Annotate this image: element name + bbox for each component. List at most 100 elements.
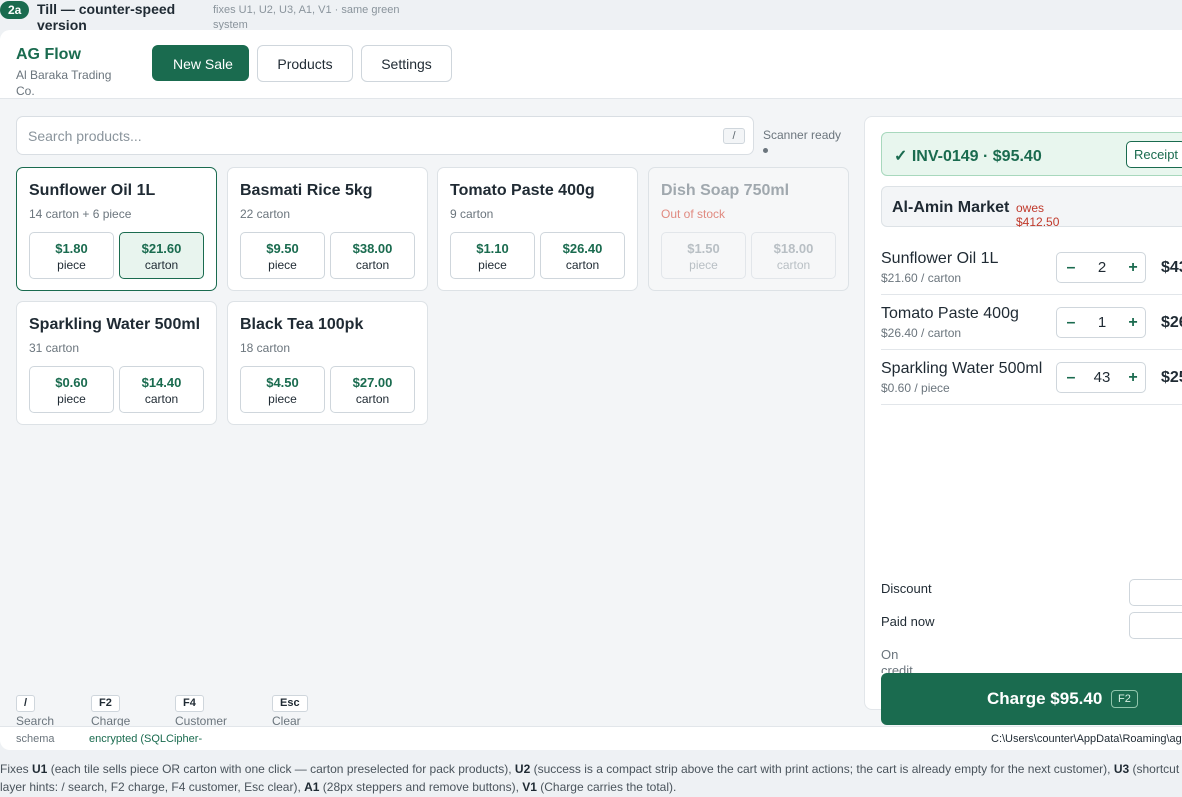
sell-carton-button[interactable]: $21.60 carton — [119, 232, 204, 279]
database-path: C:\Users\counter\AppData\Roaming\agflow — [991, 733, 1182, 745]
shortcut-hint-search: / Search — [16, 693, 54, 728]
charge-button[interactable]: Charge $95.40 F2 — [881, 673, 1182, 725]
note-text: (28px steppers and remove buttons), — [319, 780, 523, 794]
paid-now-label: Paid now — [881, 614, 935, 629]
sell-carton-button: $18.00 carton — [751, 232, 836, 279]
product-name: Sparkling Water 500ml — [29, 316, 201, 333]
product-stock-out: Out of stock — [661, 207, 726, 221]
product-name: Dish Soap 750ml — [661, 182, 790, 199]
sell-carton-button[interactable]: $14.40 carton — [119, 366, 204, 413]
customer-selector[interactable]: Al-Amin Market owes $412.50 — [881, 186, 1182, 229]
note-text: Fixes — [0, 762, 33, 776]
scanner-status: Scanner ready — [763, 128, 842, 142]
sell-carton-button[interactable]: $38.00 carton — [330, 232, 415, 279]
cart-line-name: Tomato Paste 400g — [881, 305, 1019, 322]
decrement-button[interactable]: – — [1057, 253, 1085, 282]
product-tile-black-tea[interactable]: Black Tea 100pk 18 carton $4.50 piece $27… — [227, 301, 428, 425]
product-tile-sunflower-oil[interactable]: Sunflower Oil 1L 14 carton + 6 piece $1.… — [16, 167, 217, 291]
discount-input[interactable] — [1129, 579, 1182, 606]
customer-name: Al-Amin Market — [892, 199, 1010, 216]
search-input[interactable]: Search products... / — [16, 116, 754, 155]
product-name: Tomato Paste 400g — [450, 182, 595, 199]
nav-new-sale-button[interactable]: New Sale — [152, 45, 249, 81]
shortcut-key: / — [16, 695, 36, 712]
decrement-button[interactable]: – — [1057, 308, 1085, 337]
quantity-value[interactable]: 43 — [1085, 363, 1119, 392]
carton-price: $18.00 — [773, 241, 814, 256]
sell-piece-button[interactable]: $1.80 piece — [29, 232, 114, 279]
sell-piece-button[interactable]: $9.50 piece — [240, 232, 325, 279]
shortcut-key: Esc — [272, 695, 308, 712]
note-key: V1 — [522, 780, 537, 794]
search-shortcut-key: / — [723, 128, 745, 144]
product-tile-tomato-paste[interactable]: Tomato Paste 400g 9 carton $1.10 piece $2… — [437, 167, 638, 291]
carton-price: $26.40 — [562, 241, 603, 256]
design-note: Fixes U1 (each tile sells piece OR carto… — [0, 760, 1182, 796]
increment-button[interactable]: + — [1119, 363, 1147, 392]
cart-line: Tomato Paste 400g $26.40 / carton – 1 + … — [881, 295, 1182, 350]
product-tile-dish-soap: Dish Soap 750ml Out of stock $1.50 piece … — [648, 167, 849, 291]
note-text: (success is a compact strip above the ca… — [530, 762, 1114, 776]
carton-label: carton — [355, 392, 390, 406]
till-app: AG Flow Al Baraka Trading Co. New Sale P… — [0, 30, 1182, 750]
caption-strip: 2a Till — counter-speed version fixes U1… — [0, 0, 1182, 30]
piece-label: piece — [478, 258, 507, 272]
sell-carton-button[interactable]: $27.00 carton — [330, 366, 415, 413]
charge-label: Charge $95.40 — [987, 689, 1103, 708]
carton-label: carton — [144, 258, 179, 272]
product-tile-sparkling-water[interactable]: Sparkling Water 500ml 31 carton $0.60 pie… — [16, 301, 217, 425]
piece-price: $1.10 — [476, 241, 509, 256]
product-stock: 31 carton — [29, 341, 80, 355]
paid-now-input[interactable] — [1129, 612, 1182, 639]
cart-line-name: Sunflower Oil 1L — [881, 250, 999, 267]
cart-line-unit-price: $21.60 / carton — [881, 271, 962, 285]
cart-line-total: $26.40 — [1161, 314, 1182, 331]
scanner-status-dot — [763, 148, 768, 153]
sell-piece-button: $1.50 piece — [661, 232, 746, 279]
product-stock: 22 carton — [240, 207, 291, 221]
receipt-button[interactable]: Receipt — [1126, 141, 1182, 168]
sell-piece-button[interactable]: $0.60 piece — [29, 366, 114, 413]
charge-shortcut-key: F2 — [1111, 690, 1138, 708]
shortcut-hint-customer: F4 Customer — [175, 693, 227, 728]
cart-line-unit-price: $26.40 / carton — [881, 326, 962, 340]
piece-price: $1.50 — [687, 241, 720, 256]
product-stock: 14 carton + 6 piece — [29, 207, 132, 221]
increment-button[interactable]: + — [1119, 253, 1147, 282]
carton-price: $27.00 — [352, 375, 393, 390]
piece-label: piece — [57, 392, 86, 406]
cart-line-name: Sparkling Water 500ml — [881, 360, 1043, 377]
piece-price: $0.60 — [55, 375, 88, 390]
piece-price: $1.80 — [55, 241, 88, 256]
piece-label: piece — [268, 258, 297, 272]
discount-label: Discount — [881, 581, 932, 596]
cart-panel: ✓ INV-0149 · $95.40 Receipt Al-Amin Mark… — [864, 116, 1182, 725]
note-text: (each tile sells piece OR carton with on… — [47, 762, 515, 776]
increment-button[interactable]: + — [1119, 308, 1147, 337]
product-tile-basmati-rice[interactable]: Basmati Rice 5kg 22 carton $9.50 piece $3… — [227, 167, 428, 291]
shortcut-key: F2 — [91, 695, 120, 712]
encryption-status: encrypted (SQLCipher- — [89, 733, 203, 745]
nav-settings-button[interactable]: Settings — [361, 45, 452, 82]
sell-carton-button[interactable]: $26.40 carton — [540, 232, 625, 279]
nav-products-button[interactable]: Products — [257, 45, 353, 82]
carton-label: carton — [144, 392, 179, 406]
cart-line: Sparkling Water 500ml $0.60 / piece – 43… — [881, 350, 1182, 405]
shortcut-hint-charge: F2 Charge — [91, 693, 130, 728]
piece-price: $4.50 — [266, 375, 299, 390]
quantity-value[interactable]: 1 — [1085, 308, 1119, 337]
note-text: (Charge carries the total). — [536, 780, 677, 794]
sell-piece-button[interactable]: $4.50 piece — [240, 366, 325, 413]
caption-note: fixes U1, U2, U3, A1, V1 · same green sy… — [213, 4, 400, 30]
top-bar: AG Flow Al Baraka Trading Co. New Sale P… — [0, 30, 1182, 99]
sell-piece-button[interactable]: $1.10 piece — [450, 232, 535, 279]
product-name: Basmati Rice 5kg — [240, 182, 373, 199]
customer-balance: owes $412.50 — [1016, 201, 1060, 229]
carton-label: carton — [565, 258, 600, 272]
status-bar: schema encrypted (SQLCipher- C:\Users\co… — [0, 726, 1182, 750]
carton-price: $14.40 — [141, 375, 182, 390]
piece-label: piece — [268, 392, 297, 406]
schema-label: schema — [16, 733, 55, 745]
quantity-value[interactable]: 2 — [1085, 253, 1119, 282]
decrement-button[interactable]: – — [1057, 363, 1085, 392]
